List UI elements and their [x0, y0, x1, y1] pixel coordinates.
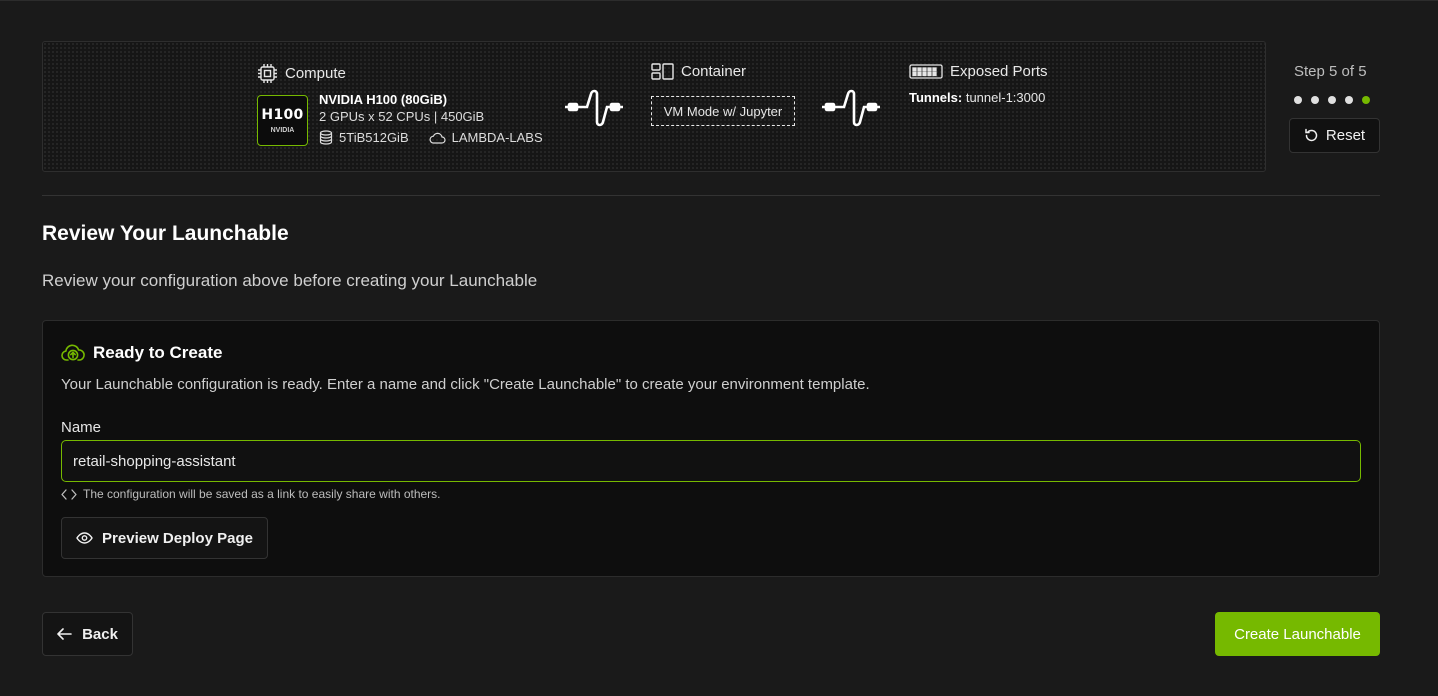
database-icon: [319, 130, 333, 145]
reset-icon: [1305, 128, 1318, 142]
compute-heading: Compute: [257, 63, 346, 84]
compute-heading-label: Compute: [285, 65, 346, 82]
ready-card: Ready to Create Your Launchable configur…: [42, 320, 1380, 577]
step-dot-current: [1362, 96, 1370, 104]
cloud-upload-icon: [61, 344, 85, 361]
page-title: Review Your Launchable: [42, 222, 289, 245]
preview-label: Preview Deploy Page: [102, 529, 253, 547]
step-dot: [1294, 96, 1302, 104]
gpu-meta: 5TiB512GiB LAMBDA-LABS: [319, 130, 543, 145]
cloud-icon: [429, 132, 446, 144]
preview-deploy-button[interactable]: Preview Deploy Page: [61, 517, 268, 559]
name-input[interactable]: [61, 440, 1361, 482]
cpu-chip-icon: [258, 64, 277, 83]
step-dot: [1328, 96, 1336, 104]
back-button[interactable]: Back: [42, 612, 133, 656]
step-dots: [1294, 96, 1370, 104]
container-layout-icon: [651, 63, 674, 80]
container-heading: Container: [651, 63, 746, 80]
card-heading: Ready to Create: [61, 343, 222, 363]
ports-heading-label: Exposed Ports: [950, 63, 1048, 80]
helper-text: The configuration will be saved as a lin…: [61, 487, 441, 501]
gpu-spec: 2 GPUs x 52 CPUs | 450GiB: [319, 109, 485, 124]
code-icon: [61, 488, 77, 500]
reset-button[interactable]: Reset: [1289, 118, 1380, 153]
section-divider: [42, 195, 1380, 196]
container-heading-label: Container: [681, 63, 747, 80]
create-launchable-button[interactable]: Create Launchable: [1215, 612, 1380, 656]
connector-plug-icon: [565, 89, 623, 127]
ports-heading: Exposed Ports: [909, 63, 1048, 80]
page-subtitle: Review your configuration above before c…: [42, 271, 538, 290]
connector-plug-icon: [822, 89, 880, 127]
name-label: Name: [61, 419, 102, 436]
cloud-provider: LAMBDA-LABS: [451, 130, 543, 145]
arrow-left-icon: [57, 628, 72, 640]
config-summary: Compute H100 NVIDIA NVIDIA H100 (80GiB) …: [42, 41, 1266, 172]
gpu-name: NVIDIA H100 (80GiB): [319, 92, 448, 107]
tunnels-info: Tunnels: tunnel-1:3000: [909, 90, 1045, 105]
step-dot: [1345, 96, 1353, 104]
storage-size: 5TiB512GiB: [339, 130, 409, 145]
tunnels-label: Tunnels:: [909, 90, 963, 105]
helper-text-label: The configuration will be saved as a lin…: [83, 487, 441, 501]
gpu-chip-label: H100: [261, 107, 304, 123]
ports-icon: [909, 64, 943, 79]
step-dot: [1311, 96, 1319, 104]
gpu-chip-tile: H100 NVIDIA: [257, 95, 308, 146]
back-label: Back: [82, 625, 118, 643]
container-mode-badge: VM Mode w/ Jupyter: [651, 96, 795, 126]
step-indicator: Step 5 of 5: [1294, 63, 1367, 80]
card-description: Your Launchable configuration is ready. …: [61, 376, 870, 393]
eye-icon: [76, 532, 93, 544]
card-title: Ready to Create: [93, 343, 223, 362]
tunnels-value: tunnel-1:3000: [965, 90, 1046, 105]
reset-label: Reset: [1325, 127, 1366, 144]
nvidia-logo: NVIDIA: [270, 127, 295, 134]
